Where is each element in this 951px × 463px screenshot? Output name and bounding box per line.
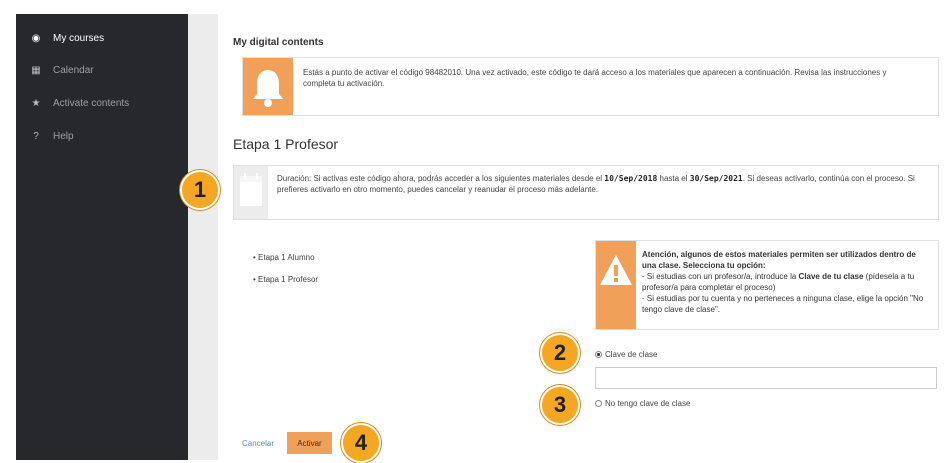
callout-badge-1: 1 bbox=[180, 170, 220, 210]
duration-mid: hasta el bbox=[657, 174, 690, 183]
sidebar-gutter bbox=[188, 14, 218, 460]
callout-badge-2: 2 bbox=[540, 333, 580, 373]
duration-prefix: Duración: Si activas este código ahora, … bbox=[277, 174, 605, 183]
activation-notice-text: Estás a punto de activar el código 98482… bbox=[303, 68, 887, 88]
duration-to-date: 30/Sep/2021 bbox=[689, 174, 743, 183]
sidebar-item-help[interactable]: ? Help bbox=[16, 124, 188, 148]
bell-icon bbox=[253, 70, 283, 107]
no-key-label: No tengo clave de clase bbox=[605, 399, 691, 408]
no-key-option[interactable]: No tengo clave de clase bbox=[595, 399, 690, 408]
warning-icon-box bbox=[596, 241, 636, 329]
sidebar-item-label: Calendar bbox=[53, 64, 94, 76]
page-title: My digital contents bbox=[233, 37, 324, 48]
activation-notice: Estás a punto de activar el código 98482… bbox=[242, 57, 939, 116]
warning-line-1-prefix: - Si estudias con un profesor/a, introdu… bbox=[642, 272, 799, 281]
dashboard-icon: ◉ bbox=[31, 32, 41, 44]
stage-title: Etapa 1 Profesor bbox=[233, 136, 339, 152]
duration-from-date: 10/Sep/2018 bbox=[604, 174, 658, 183]
material-label: Etapa 1 Profesor bbox=[258, 275, 319, 284]
sidebar-item-activate-contents[interactable]: ★ Activate contents bbox=[16, 91, 188, 115]
warning-line-1-bold: Clave de tu clase bbox=[798, 272, 864, 281]
bell-icon-box bbox=[243, 58, 293, 115]
class-key-radio[interactable] bbox=[595, 351, 602, 358]
class-key-input[interactable] bbox=[595, 367, 937, 389]
material-label: Etapa 1 Alumno bbox=[258, 253, 315, 262]
class-key-option[interactable]: Clave de clase bbox=[595, 350, 657, 359]
warning-icon bbox=[600, 255, 632, 285]
app-frame: ◉ My courses ▦ Calendar ★ Activate conte… bbox=[0, 0, 951, 463]
calendar-icon-box bbox=[234, 166, 268, 219]
star-icon: ★ bbox=[31, 97, 41, 109]
sidebar-item-label: Activate contents bbox=[53, 97, 130, 109]
no-key-radio[interactable] bbox=[595, 400, 602, 407]
warning-heading: Atención, algunos de estos materiales pe… bbox=[642, 250, 916, 270]
top-margin bbox=[0, 0, 951, 14]
duration-text: Duración: Si activas este código ahora, … bbox=[277, 173, 927, 195]
help-icon: ? bbox=[33, 130, 39, 142]
sidebar-item-label: My courses bbox=[53, 32, 105, 44]
warning-line-2: - Si estudias por tu cuenta y no pertene… bbox=[642, 294, 924, 314]
sidebar-item-label: Help bbox=[53, 130, 74, 142]
class-key-label: Clave de clase bbox=[605, 350, 658, 359]
sidebar-item-calendar[interactable]: ▦ Calendar bbox=[16, 58, 188, 82]
sidebar: ◉ My courses ▦ Calendar ★ Activate conte… bbox=[16, 14, 188, 460]
warning-text: Atención, algunos de estos materiales pe… bbox=[642, 249, 932, 315]
list-item: • Etapa 1 Profesor bbox=[253, 275, 319, 284]
warning-line-1: - Si estudias con un profesor/a, introdu… bbox=[642, 271, 932, 293]
cancel-link[interactable]: Cancelar bbox=[242, 439, 274, 448]
materials-list: • Etapa 1 Alumno • Etapa 1 Profesor bbox=[253, 253, 318, 297]
callout-badge-4: 4 bbox=[341, 423, 381, 463]
list-item: • Etapa 1 Alumno bbox=[253, 253, 315, 262]
calendar-icon: ▦ bbox=[31, 64, 41, 76]
class-warning: Atención, algunos de estos materiales pe… bbox=[595, 240, 939, 330]
callout-badge-3: 3 bbox=[540, 385, 580, 425]
sidebar-item-my-courses[interactable]: ◉ My courses bbox=[16, 26, 188, 50]
duration-notice: Duración: Si activas este código ahora, … bbox=[233, 165, 939, 220]
calendar-icon bbox=[240, 173, 262, 206]
activate-button[interactable]: Activar bbox=[287, 432, 332, 454]
